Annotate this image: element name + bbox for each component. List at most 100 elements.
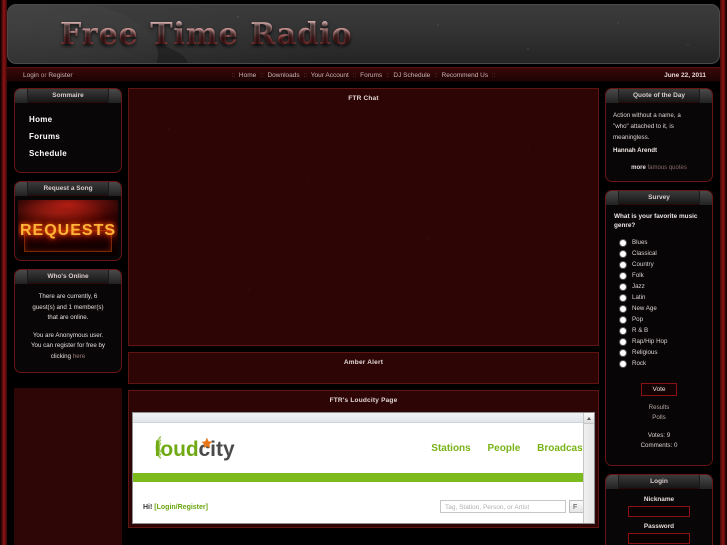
nickname-label: Nickname — [643, 495, 675, 503]
amber-alert-title: Amber Alert — [343, 359, 384, 366]
radio-icon[interactable] — [620, 261, 626, 268]
left-sidebar: Sommaire Home Forums Schedule Request a … — [14, 88, 122, 545]
radio-icon[interactable] — [620, 272, 626, 279]
svg-text:loud: loud — [155, 438, 199, 461]
nav-register-link[interactable]: Register — [48, 72, 72, 79]
survey-option-new-age[interactable]: New Age — [606, 303, 712, 314]
nav-separator: :: — [352, 72, 357, 79]
survey-option-folk[interactable]: Folk — [606, 270, 712, 281]
radio-icon[interactable] — [620, 349, 626, 356]
survey-option-label: Rap/Hip Hop — [632, 338, 668, 346]
nav-item-dj-schedule[interactable]: DJ Schedule — [393, 72, 430, 79]
nav-item-home[interactable]: Home — [239, 72, 256, 79]
login-block-title: Login — [606, 474, 712, 489]
radio-icon[interactable] — [620, 338, 626, 345]
ftr-chat-panel: FTR Chat — [128, 88, 599, 346]
radio-icon[interactable] — [620, 283, 626, 290]
nickname-input[interactable] — [628, 505, 690, 517]
top-navigation-bar: Login or Register :: Home :: Downloads :… — [7, 67, 720, 82]
radio-icon[interactable] — [620, 239, 626, 246]
survey-option-rap-hip-hop[interactable]: Rap/Hip Hop — [606, 336, 712, 347]
sommaire-block: Sommaire Home Forums Schedule — [14, 88, 122, 173]
whos-online-line-3: that are online. — [47, 314, 89, 322]
nav-item-forums[interactable]: Forums — [360, 72, 382, 79]
quote-line-1: Action without a name, a — [613, 112, 681, 119]
survey-option-label: R & B — [632, 327, 649, 335]
page-frame-left-edge — [0, 0, 7, 545]
whos-online-here-link[interactable]: here — [73, 353, 85, 360]
survey-title: Survey — [606, 190, 712, 205]
nav-separator: :: — [434, 72, 438, 79]
radio-icon[interactable] — [620, 327, 626, 334]
quote-line-2: "who" attached to it, is — [613, 122, 674, 130]
vote-button[interactable]: Vote — [641, 383, 677, 397]
sommaire-item-forums[interactable]: Forums — [15, 128, 121, 145]
survey-option-jazz[interactable]: Jazz — [606, 281, 712, 292]
sommaire-menu: Home Forums Schedule — [15, 103, 121, 172]
whos-online-body: There are currently, 6 guest(s) and 1 me… — [15, 284, 121, 372]
loudcity-nav: Stations People Broadcast — [417, 443, 586, 454]
survey-polls-link[interactable]: Polls — [606, 413, 712, 423]
survey-option-r-and-b[interactable]: R & B — [606, 325, 712, 336]
survey-option-label: Classical — [632, 250, 657, 258]
loudcity-top-strip — [133, 413, 594, 423]
nav-item-your-account[interactable]: Your Account — [311, 72, 349, 79]
survey-votes-count: Votes: 9 — [647, 431, 671, 439]
nav-auth-group: Login or Register — [23, 72, 73, 79]
sommaire-item-home[interactable]: Home — [15, 111, 121, 128]
nav-menu: :: Home :: Downloads :: Your Account :: … — [229, 72, 497, 79]
scroll-up-arrow-icon[interactable] — [584, 413, 594, 424]
whos-online-clicking-text: clicking — [50, 352, 72, 360]
nav-login-link[interactable]: Login — [23, 72, 39, 79]
radio-icon[interactable] — [620, 316, 626, 323]
request-a-song-block: Request a Song REQUESTS — [14, 181, 122, 261]
radio-icon[interactable] — [620, 360, 626, 367]
quote-more-link[interactable]: more famous quotes — [613, 163, 705, 174]
survey-block: Survey What is your favorite music genre… — [605, 189, 713, 466]
loudcity-scrollbar[interactable] — [583, 413, 594, 523]
radio-icon[interactable] — [620, 294, 626, 301]
survey-option-blues[interactable]: Blues — [606, 237, 712, 248]
loudcity-iframe[interactable]: loud city Stations People Broadcast Hi! … — [132, 412, 595, 524]
password-label: Password — [643, 522, 675, 530]
survey-option-label: Jazz — [632, 283, 645, 291]
whos-online-line-2: guest(s) and 1 member(s) — [32, 303, 104, 311]
password-input[interactable] — [628, 532, 690, 544]
nav-separator: :: — [303, 72, 308, 79]
survey-option-rock[interactable]: Rock — [606, 358, 712, 369]
survey-option-classical[interactable]: Classical — [606, 248, 712, 259]
loudcity-login-register-link[interactable]: [Login/Register] — [154, 504, 208, 511]
quote-of-the-day-block: Quote of the Day Action without a name, … — [605, 88, 713, 182]
loudcity-panel-title: FTR's Loudcity Page — [329, 397, 398, 404]
loudcity-nav-stations[interactable]: Stations — [431, 443, 470, 454]
loudcity-nav-broadcast[interactable]: Broadcast — [537, 443, 586, 454]
nav-item-recommend-us[interactable]: Recommend Us — [442, 72, 489, 79]
survey-option-label: Rock — [632, 360, 647, 368]
whos-online-line-4: You are Anonymous user. — [32, 331, 104, 339]
survey-option-pop[interactable]: Pop — [606, 314, 712, 325]
survey-results-link[interactable]: Results — [606, 403, 712, 413]
chat-panel-texture — [129, 89, 598, 345]
whos-online-line-1: There are currently, 6 — [38, 293, 98, 300]
page-frame-right-edge — [720, 0, 727, 545]
survey-option-religious[interactable]: Religious — [606, 347, 712, 358]
survey-option-label: Pop — [632, 316, 644, 324]
radio-icon[interactable] — [620, 250, 626, 257]
survey-option-label: Folk — [632, 272, 644, 280]
loudcity-nav-people[interactable]: People — [488, 443, 521, 454]
radio-icon[interactable] — [620, 305, 626, 312]
quote-author: Hannah Arendt — [613, 146, 658, 154]
loudcity-green-divider — [133, 473, 594, 482]
requests-banner-image[interactable]: REQUESTS — [18, 200, 118, 256]
survey-comments-count: Comments: 0 — [640, 441, 678, 449]
sommaire-item-schedule[interactable]: Schedule — [15, 145, 121, 162]
right-sidebar: Quote of the Day Action without a name, … — [605, 88, 713, 545]
main-content-column: FTR Chat Amber Alert FTR's Loudcity Page — [128, 88, 599, 545]
survey-option-country[interactable]: Country — [606, 259, 712, 270]
loudcity-content: Hi! [Login/Register] Tag, Station, Perso… — [133, 482, 594, 523]
loudcity-logo[interactable]: loud city — [143, 429, 253, 467]
survey-question: What is your favorite music genre? — [614, 212, 698, 230]
loudcity-search-input[interactable]: Tag, Station, Person, or Artist — [440, 500, 566, 513]
nav-item-downloads[interactable]: Downloads — [267, 72, 299, 79]
survey-option-latin[interactable]: Latin — [606, 292, 712, 303]
